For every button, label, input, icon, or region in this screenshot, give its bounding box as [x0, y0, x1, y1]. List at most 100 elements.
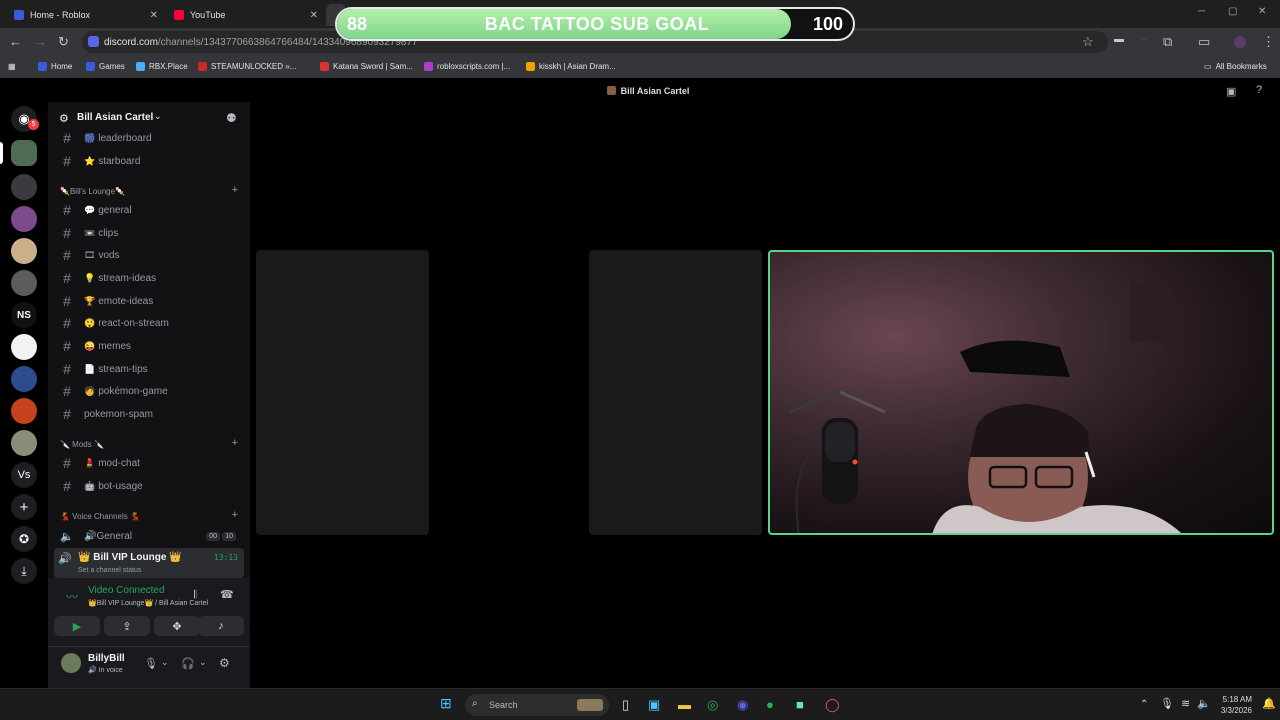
- show-hidden-icons[interactable]: ⌃: [1140, 699, 1148, 710]
- noise-suppression-icon[interactable]: 𝄃: [194, 589, 196, 602]
- category-mods[interactable]: 🔪 Mods 🔪: [60, 440, 104, 449]
- disconnect-icon[interactable]: ☎: [220, 588, 234, 601]
- activities-button[interactable]: ✥: [154, 616, 200, 636]
- category-bills-lounge[interactable]: 🍡Bill's Lounge🍡: [60, 187, 125, 196]
- close-tab-icon[interactable]: ✕: [310, 10, 318, 21]
- back-icon[interactable]: ←: [9, 34, 22, 49]
- opera-gx-icon[interactable]: ◯: [825, 697, 840, 713]
- help-icon[interactable]: ?: [1256, 84, 1262, 96]
- channel-leaderboard[interactable]: # 🎆 leaderboard: [56, 128, 242, 148]
- all-bookmarks[interactable]: ▭ All Bookmarks: [1204, 62, 1267, 71]
- bookmark-robloxscripts[interactable]: robloxscripts.com |...: [424, 62, 510, 71]
- chevron-down-icon[interactable]: ⌄: [154, 111, 162, 122]
- close-window-icon[interactable]: ✕: [1258, 6, 1266, 17]
- app-icon[interactable]: ■: [796, 697, 804, 712]
- bookmark-katana[interactable]: Katana Sword | Sam...: [320, 62, 413, 71]
- download-icon[interactable]: ⤓: [11, 558, 37, 584]
- server-bill-asian-cartel[interactable]: [11, 140, 37, 166]
- bookmark-kisskh[interactable]: kisskh | Asian Dram...: [526, 62, 616, 71]
- server-ns[interactable]: NS: [11, 302, 37, 328]
- bookmark-games[interactable]: Games: [86, 62, 125, 71]
- wifi-icon[interactable]: ≋: [1181, 697, 1190, 710]
- close-tab-icon[interactable]: ✕: [150, 10, 158, 21]
- extension-icon[interactable]: ▬: [1114, 34, 1124, 45]
- channel-stream-tips[interactable]: # 📄 stream-tips: [56, 359, 242, 379]
- channel-bot-usage[interactable]: # 🤖 bot-usage: [56, 476, 242, 496]
- channel-mod-chat[interactable]: # 💄 mod-chat: [56, 453, 242, 473]
- channel-general[interactable]: # 💬 general: [56, 200, 242, 220]
- channel-emote-ideas[interactable]: # 🏆 emote-ideas: [56, 291, 242, 311]
- server-icon[interactable]: [11, 334, 37, 360]
- settings-gear-icon[interactable]: ⚙: [219, 656, 230, 670]
- discover-compass-icon[interactable]: ✪: [11, 526, 37, 552]
- share-screen-button[interactable]: ⇪: [104, 616, 150, 636]
- tab-roblox[interactable]: Home - Roblox ✕: [6, 4, 166, 26]
- server-icon[interactable]: [11, 430, 37, 456]
- widgets-icon[interactable]: ▣: [648, 697, 660, 713]
- windows-start-icon[interactable]: ⊞: [440, 695, 452, 712]
- channel-vods[interactable]: # 🎞 vods: [56, 245, 242, 265]
- voice-channel-general[interactable]: 🔈 🔊General 00 10: [56, 526, 242, 546]
- add-server-icon[interactable]: +: [11, 494, 37, 520]
- volume-icon[interactable]: 🔈: [1197, 697, 1211, 710]
- menu-kebab-icon[interactable]: ⋮: [1262, 34, 1275, 50]
- bookmark-rbxplace[interactable]: RBX.Place: [136, 62, 188, 71]
- reload-icon[interactable]: ↻: [58, 34, 69, 50]
- server-icon[interactable]: [11, 238, 37, 264]
- side-panel-icon[interactable]: ▭: [1198, 34, 1210, 50]
- signal-icon[interactable]: 〰: [66, 588, 78, 605]
- chevron-down-icon[interactable]: ⌄: [199, 657, 207, 668]
- mic-tray-icon[interactable]: 🎙: [1160, 697, 1174, 710]
- add-channel-icon[interactable]: +: [232, 184, 238, 196]
- server-name[interactable]: Bill Asian Cartel: [77, 112, 153, 123]
- taskbar-search[interactable]: ⌕ Search: [465, 694, 609, 716]
- bookmark-home[interactable]: Home: [38, 62, 72, 71]
- channel-starboard[interactable]: # ⭐ starboard: [56, 151, 242, 171]
- channel-clips[interactable]: # 📼 clips: [56, 223, 242, 243]
- site-info-icon[interactable]: [88, 36, 99, 47]
- server-icon[interactable]: [11, 270, 37, 296]
- voice-channel-vip-lounge[interactable]: 🔊 👑 Bill VIP Lounge 👑 13:13 Set a channe…: [54, 548, 244, 578]
- chevron-down-icon[interactable]: ⌄: [161, 657, 169, 668]
- user-avatar[interactable]: [61, 653, 81, 673]
- spotify-icon[interactable]: ●: [766, 697, 774, 712]
- participant-tile[interactable]: [589, 250, 762, 535]
- channel-stream-ideas[interactable]: # 💡 stream-ideas: [56, 268, 242, 288]
- add-channel-icon[interactable]: +: [232, 509, 238, 521]
- extensions-puzzle-icon[interactable]: ⧉: [1163, 34, 1172, 50]
- microphone-icon[interactable]: 🎙: [144, 657, 158, 670]
- channel-react-on-stream[interactable]: # 😲 react-on-stream: [56, 313, 242, 333]
- server-icon[interactable]: [11, 206, 37, 232]
- server-icon[interactable]: [11, 366, 37, 392]
- participant-tile[interactable]: [256, 250, 429, 535]
- webcam-video-tile[interactable]: [768, 250, 1274, 535]
- invite-people-icon[interactable]: ⚉: [226, 111, 237, 125]
- discord-taskbar-icon[interactable]: ◉: [737, 697, 748, 713]
- server-vs[interactable]: Vs: [11, 462, 37, 488]
- file-explorer-icon[interactable]: ▬: [678, 697, 691, 712]
- bookmark-steamunlocked[interactable]: STEAMUNLOCKED »...: [198, 62, 296, 71]
- connection-status[interactable]: Video Connected: [88, 585, 165, 596]
- channel-pokemon-spam[interactable]: # pokemon-spam: [56, 404, 242, 424]
- chrome-icon[interactable]: ◎: [707, 697, 718, 713]
- headphones-icon[interactable]: 🎧: [181, 657, 195, 670]
- apps-grid-icon[interactable]: ▦: [8, 62, 16, 71]
- server-icon[interactable]: [11, 174, 37, 200]
- extension-red-icon[interactable]: ⋯: [1139, 34, 1149, 45]
- username[interactable]: BillyBill: [88, 653, 125, 664]
- minimize-icon[interactable]: ─: [1198, 6, 1205, 17]
- category-voice-channels[interactable]: 💃 Voice Channels 💃: [60, 512, 140, 521]
- camera-button[interactable]: ▶: [54, 616, 100, 636]
- maximize-icon[interactable]: ▢: [1228, 6, 1237, 17]
- notifications-icon[interactable]: 🔔: [1262, 697, 1276, 710]
- profile-avatar[interactable]: [1234, 36, 1246, 48]
- server-icon[interactable]: [11, 398, 37, 424]
- system-clock[interactable]: 5:18 AM 3/3/2026: [1218, 694, 1252, 716]
- add-channel-icon[interactable]: +: [232, 437, 238, 449]
- inbox-icon[interactable]: ▣: [1226, 85, 1236, 98]
- bookmark-star-icon[interactable]: ☆: [1082, 34, 1094, 50]
- soundboard-button[interactable]: ♪: [198, 616, 244, 636]
- channel-pokemon-game[interactable]: # 🧑 pokémon-game: [56, 381, 242, 401]
- channel-memes[interactable]: # 😜 memes: [56, 336, 242, 356]
- tab-youtube[interactable]: YouTube ✕: [166, 4, 326, 26]
